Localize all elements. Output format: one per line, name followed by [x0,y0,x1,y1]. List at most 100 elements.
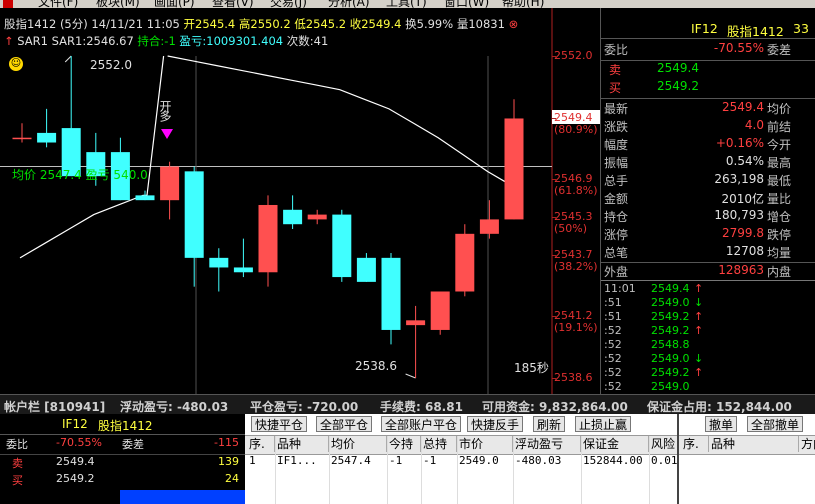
close-all-button[interactable]: 全部平仓 [316,416,373,432]
stat-label-2: 最高 [767,156,792,170]
tick-time: :52 [604,366,622,379]
tick-row[interactable]: :51 2549.0 ↓ [601,296,815,310]
tick-time: :52 [604,338,622,351]
price-axis-pct: (38.2%) [554,260,598,274]
menu-screen[interactable]: 画面(P) [154,0,195,8]
tick-time: :52 [604,324,622,337]
positions-grid-lines [245,436,677,504]
cell-seq[interactable]: 1 [247,454,275,469]
tick-row[interactable]: 11:01 2549.4 ↑ [601,282,815,296]
cell-risk[interactable]: 0.01 [649,454,677,469]
low-marker-line [405,373,416,379]
cancel-order-button[interactable]: 撤单 [705,416,738,432]
cell-total[interactable]: -1 [421,454,457,469]
price-axis-tick [552,178,556,180]
col-seq[interactable]: 序. [247,436,275,452]
menu-sector[interactable]: 板块(M) [96,0,140,8]
tick-row[interactable]: :52 2549.2 ↑ [601,324,815,338]
stat-label: 持仓 [604,210,629,224]
col-risk[interactable]: 风险 [649,436,677,452]
col-float-pnl[interactable]: 浮动盈亏 [513,436,581,452]
quote-buy-row[interactable]: 买 2549.2 [601,79,815,97]
weibi-value: -70.55% [713,41,764,55]
tick-row[interactable]: :52 2549.2 ↑ [601,366,815,380]
mini-quote-panel: IF12 股指1412 委比 -70.55% 委差 -115 卖 2549.4 … [0,414,245,504]
menu-tools[interactable]: 工具(T) [386,0,427,8]
tick-arrow-icon: ↑ [694,310,704,323]
app-icon [3,0,13,8]
price-axis-tick [552,56,556,57]
candle-body [479,219,499,234]
col-avg[interactable]: 均价 [329,436,387,452]
mini-weibi-value: -70.55% [56,436,102,449]
cell-float-pnl[interactable]: -480.03 [513,454,581,469]
quick-close-button[interactable]: 快捷平仓 [251,416,308,432]
menu-file[interactable]: 文件(F) [38,0,78,8]
stat-value: 180,793 [714,208,764,222]
menu-view[interactable]: 查看(V) [212,0,254,8]
col-total[interactable]: 总持 [421,436,457,452]
tick-row[interactable]: :52 2549.0 [601,380,815,394]
quote-stat-row: 最新 2549.4 均价 [601,100,815,118]
price-axis-tick [552,255,556,257]
cell-symbol[interactable]: IF1... [275,454,329,469]
menu-trade[interactable]: 交易(J) [270,0,307,8]
candle-body [307,214,327,220]
tick-price: 2549.2 [651,310,690,323]
stat-label-2: 增仓 [767,210,792,224]
quote-stat-row: 幅度 +0.16% 今开 [601,136,815,154]
tick-row[interactable]: :52 2549.0 ↓ [601,352,815,366]
menu-analysis[interactable]: 分析(A) [328,0,370,8]
candle-body [258,204,278,273]
tick-row[interactable]: :52 2548.8 [601,338,815,352]
price-axis-tick [552,217,556,218]
stop-loss-profit-button[interactable]: 止损止赢 [575,416,632,432]
stat-label: 幅度 [604,138,629,152]
kline-chart[interactable]: 股指1412 (5分) 14/11/21 11:05 开2545.4 高2550… [0,8,600,394]
price-axis-tick [552,118,556,120]
mini-buy-row[interactable]: 买 2549.2 24 [0,472,245,488]
quote-stat-row: 外盘 128963 内盘 [601,262,815,281]
fee: 手续费: 68.81 [380,400,463,414]
tick-time: 11:01 [604,282,636,295]
tick-arrow-icon: ↑ [694,366,704,379]
mini-buy-price: 2549.2 [56,472,95,485]
menu-help[interactable]: 帮助(H) [502,0,544,8]
col-today[interactable]: 今持 [387,436,421,452]
close-pnl: 平仓盈亏: -720.00 [250,400,359,414]
col-market[interactable]: 市价 [457,436,513,452]
tick-row[interactable]: :51 2549.2 ↑ [601,310,815,324]
stat-value: +0.16% [715,136,764,150]
cell-today[interactable]: -1 [387,454,421,469]
stat-label-2: 内盘 [767,265,792,279]
tick-arrow-icon: ↑ [694,324,704,337]
tick-price: 2549.0 [651,296,690,309]
tick-price: 2549.2 [651,324,690,337]
col-symbol[interactable]: 品种 [275,436,329,452]
price-axis-label: 2538.6 [554,371,593,384]
quote-sell-row[interactable]: 卖 2549.4 [601,60,815,79]
stat-value: 263,198 [714,172,764,186]
quick-reverse-button[interactable]: 快捷反手 [467,416,524,432]
stat-label: 涨跌 [604,120,629,134]
signal-arrow-icon [161,129,173,139]
col-margin[interactable]: 保证金 [581,436,649,452]
close-all-accounts-button[interactable]: 全部账户平仓 [381,416,462,432]
stat-label: 最新 [604,102,629,116]
order-col-direction[interactable]: 方向 [799,436,815,452]
menu-window[interactable]: 窗口(W) [444,0,489,8]
order-col-symbol[interactable]: 品种 [709,436,799,452]
quote-stat-row: 总笔 12708 均量 [601,244,815,262]
refresh-button[interactable]: 刷新 [533,416,566,432]
tick-price: 2549.0 [651,380,690,393]
mini-buy-vol: 24 [225,472,239,485]
candle-body [430,291,450,330]
cell-market[interactable]: 2549.0 [457,454,513,469]
tick-price: 2549.0 [651,352,690,365]
order-col-seq[interactable]: 序. [681,436,709,452]
cancel-all-button[interactable]: 全部撤单 [747,416,804,432]
cell-avg[interactable]: 2547.4 [329,454,387,469]
mini-sell-row[interactable]: 卖 2549.4 139 [0,454,245,471]
cell-margin[interactable]: 152844.00 [581,454,649,469]
tick-time: :51 [604,310,622,323]
